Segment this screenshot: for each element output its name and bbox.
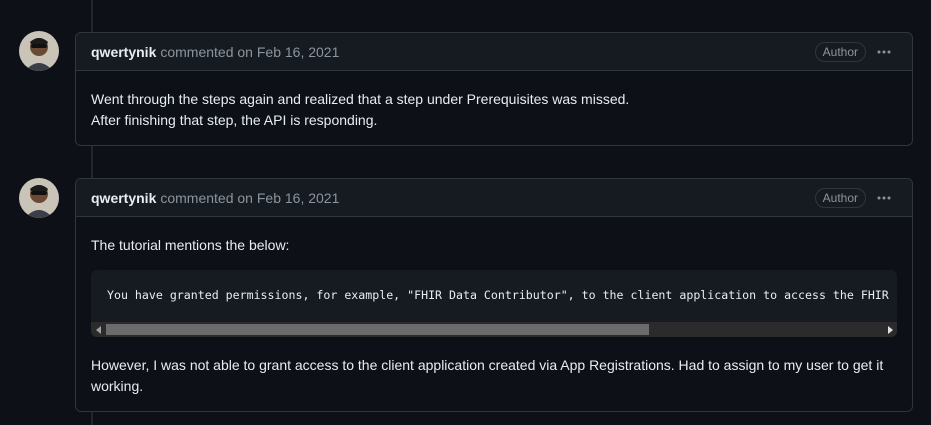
horizontal-scrollbar[interactable] [91,322,897,337]
comment-options-button[interactable] [874,188,894,208]
comment-outro-text: working. [91,378,144,394]
kebab-horizontal-icon [877,196,891,200]
scroll-left-button[interactable] [91,322,106,337]
comment-header: qwertynik commented on Feb 16, 2021 Auth… [76,33,912,71]
author-badge: Author [814,188,866,208]
triangle-right-icon [887,325,893,334]
kebab-horizontal-icon [877,50,891,54]
avatar-image-icon [19,178,59,218]
triangle-left-icon [95,325,101,334]
scroll-right-button[interactable] [882,322,897,337]
author-link[interactable]: qwertynik [91,44,156,60]
comment-options-button[interactable] [874,42,894,62]
comment-text-line: After finishing that step, the API is re… [91,112,378,128]
comment-body: Went through the steps again and realize… [76,71,912,131]
avatar-image-icon [19,31,59,71]
avatar[interactable] [19,31,59,71]
comment-text-line: Went through the steps again and realize… [91,91,630,107]
avatar[interactable] [19,178,59,218]
scrollbar-thumb[interactable] [106,324,649,335]
comment-header: qwertynik commented on Feb 16, 2021 Auth… [76,179,912,217]
comment-intro-text: The tutorial mentions the below: [91,237,290,253]
author-badge: Author [814,42,866,62]
comment-timestamp[interactable]: commented on Feb 16, 2021 [160,190,339,206]
issue-timeline: qwertynik commented on Feb 16, 2021 Auth… [0,0,931,425]
author-link[interactable]: qwertynik [91,190,156,206]
code-block: You have granted permissions, for exampl… [91,270,897,337]
comment-card: qwertynik commented on Feb 16, 2021 Auth… [75,178,913,412]
comment-card: qwertynik commented on Feb 16, 2021 Auth… [75,32,913,146]
comment-timestamp[interactable]: commented on Feb 16, 2021 [160,44,339,60]
comment-body: The tutorial mentions the below: You hav… [76,217,912,397]
comment-outro-text: However, I was not able to grant access … [91,357,884,373]
code-text: You have granted permissions, for exampl… [107,288,897,302]
